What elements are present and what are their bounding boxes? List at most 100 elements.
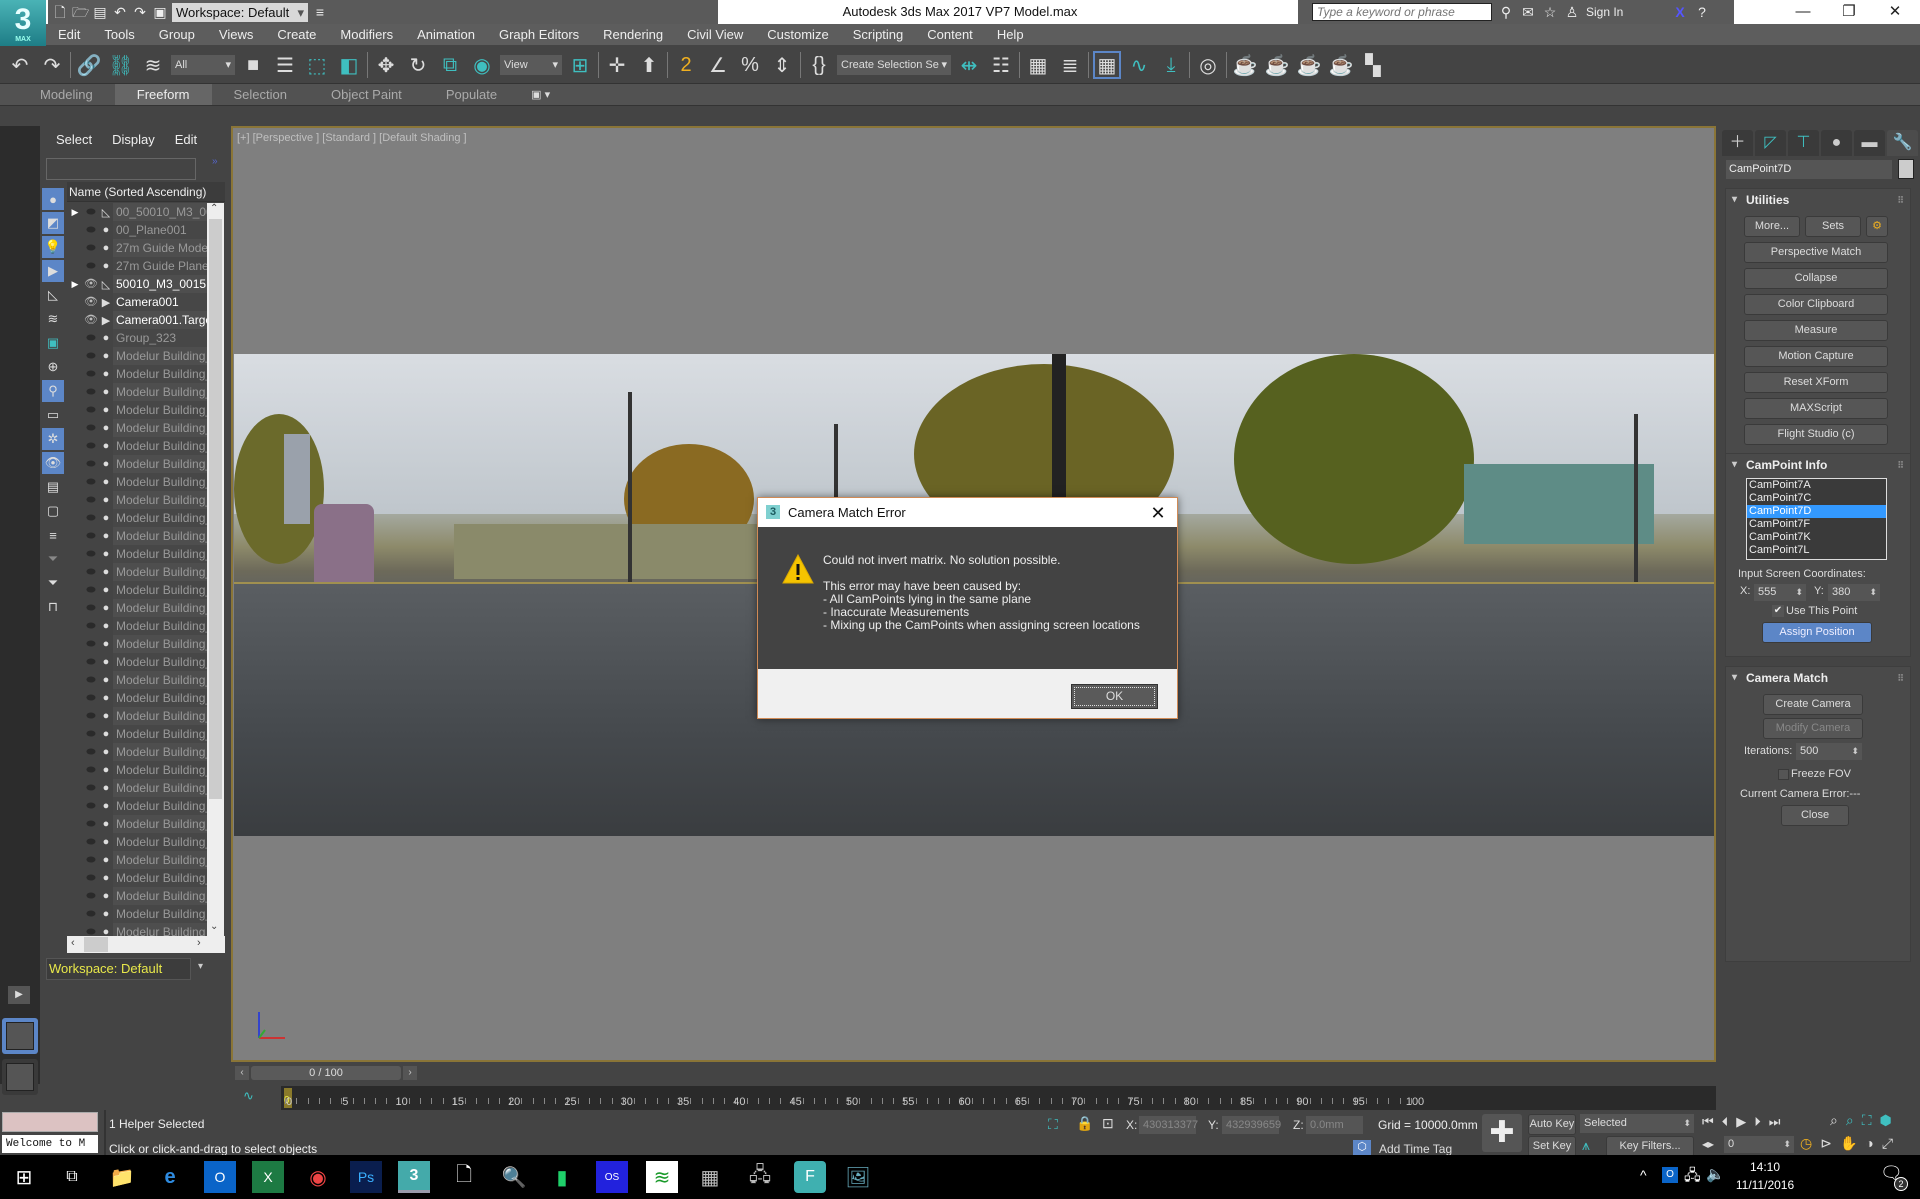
utility-motion-capture-button[interactable]: Motion Capture [1744, 346, 1888, 367]
edit-named-selection-icon[interactable]: {} [805, 51, 833, 79]
scene-object-row[interactable]: ⬬●Modelur Building_0 [67, 455, 207, 473]
hidden-eye-icon[interactable]: ⬬ [83, 333, 99, 344]
campoint-listbox[interactable]: CamPoint7A CamPoint7C CamPoint7D CamPoint7F… [1746, 478, 1887, 560]
photoshop-icon[interactable]: Ps [350, 1161, 382, 1193]
oswf-app-icon[interactable]: OS [596, 1161, 628, 1193]
app-logo-button[interactable]: 3 MAX [0, 0, 46, 46]
rotate-icon[interactable]: ↻ [404, 51, 432, 79]
scene-object-row[interactable]: ⬬●Modelur Building_0 [67, 725, 207, 743]
scene-object-row[interactable]: ⬬●Modelur Building_0 [67, 509, 207, 527]
f-app-icon[interactable]: F [794, 1161, 826, 1193]
scene-object-row[interactable]: ⬬●Modelur Building_0 [67, 869, 207, 887]
rectangular-selection-icon[interactable]: ⬚ [303, 51, 331, 79]
scene-object-row[interactable]: ⬬●Modelur Building_0 [67, 401, 207, 419]
pan-hand-icon[interactable]: ✋ [1840, 1135, 1857, 1152]
timeline-track[interactable]: 0 0 5 10 15 20 25 30 35 40 45 50 55 60 65 70 75 80 85 90 95… [281, 1086, 1716, 1110]
snaps-toggle-icon[interactable]: 2 [672, 51, 700, 79]
more-button[interactable]: More... [1744, 216, 1800, 237]
undo-icon[interactable]: ↶ [112, 4, 128, 20]
previous-frame-icon[interactable]: ⏴ [1722, 1114, 1729, 1130]
pivot-center-icon[interactable]: ⊞ [566, 51, 594, 79]
menu-civil-view[interactable]: Civil View [675, 24, 755, 45]
save-icon[interactable]: ▤ [92, 4, 108, 20]
scene-object-row[interactable]: ⬬●Modelur Building_0 [67, 365, 207, 383]
hidden-eye-icon[interactable]: ⬬ [83, 621, 99, 632]
expand-toolbar-icon[interactable]: » [212, 156, 218, 167]
curve-editor-icon[interactable]: ∿ [1125, 51, 1153, 79]
campoint-list-item[interactable]: CamPoint7F [1747, 518, 1886, 531]
hidden-eye-icon[interactable]: ⬬ [83, 657, 99, 668]
hidden-eye-icon[interactable]: ⬬ [83, 747, 99, 758]
horizontal-scrollbar[interactable]: ‹ › [67, 936, 225, 953]
binoculars-icon[interactable]: ⚲ [1498, 4, 1514, 20]
time-slider[interactable]: 0 / 100 [251, 1066, 401, 1080]
assign-position-button[interactable]: Assign Position [1762, 622, 1872, 643]
set-key-button[interactable]: Set Key [1528, 1136, 1576, 1157]
hidden-eye-icon[interactable]: ⬬ [83, 567, 99, 578]
hidden-eye-icon[interactable]: ⬬ [83, 531, 99, 542]
project-folder-icon[interactable]: ▣ [152, 4, 168, 20]
file-explorer-icon[interactable]: 📁 [106, 1161, 138, 1193]
modify-camera-button[interactable]: Modify Camera [1763, 718, 1863, 739]
create-camera-button[interactable]: Create Camera [1763, 694, 1863, 715]
ribbon-tab-selection[interactable]: Selection [212, 84, 309, 105]
menu-customize[interactable]: Customize [755, 24, 840, 45]
visible-eye-icon[interactable]: 👁 [83, 297, 99, 308]
hidden-eye-icon[interactable]: ⬬ [83, 729, 99, 740]
menu-help[interactable]: Help [985, 24, 1036, 45]
utility-collapse-button[interactable]: Collapse [1744, 268, 1888, 289]
selection-lock-icon[interactable]: 🔒 [1076, 1115, 1093, 1132]
scene-object-row[interactable]: ⬬●Modelur Building_0 [67, 545, 207, 563]
hidden-eye-icon[interactable]: ⬬ [83, 639, 99, 650]
align-icon[interactable]: ☷ [987, 51, 1015, 79]
visible-eye-icon[interactable]: 👁 [83, 315, 99, 326]
hidden-filter-icon[interactable]: 👁 [42, 452, 64, 474]
battery-app-icon[interactable]: ▮ [546, 1161, 578, 1193]
ribbon-tab-object-paint[interactable]: Object Paint [309, 84, 424, 105]
xrefs-filter-icon[interactable]: ⊕ [42, 356, 64, 378]
hidden-eye-icon[interactable]: ⬬ [83, 819, 99, 830]
hidden-eye-icon[interactable]: ⬬ [83, 549, 99, 560]
maxscript-listener-mini[interactable] [2, 1112, 98, 1132]
named-selection-dropdown[interactable]: Create Selection Se [837, 55, 951, 75]
scene-object-row[interactable]: ⬬●Modelur Building_0 [67, 635, 207, 653]
place-icon[interactable]: ◉ [468, 51, 496, 79]
scene-object-row[interactable]: ⬬●27m Guide Modelu [67, 239, 207, 257]
campoint-list-item[interactable]: CamPoint7K [1747, 531, 1886, 544]
outlook-tray-icon[interactable]: O [1662, 1167, 1678, 1183]
maxscript-output[interactable]: Welcome to M [2, 1135, 98, 1153]
hidden-eye-icon[interactable]: ⬬ [83, 891, 99, 902]
scene-object-row[interactable]: ⬬●Modelur Building_0 [67, 527, 207, 545]
select-manipulate-icon[interactable]: ✛ [603, 51, 631, 79]
menu-create[interactable]: Create [265, 24, 328, 45]
scene-object-row[interactable]: 👁 ▶ Camera001.Targe [67, 311, 207, 329]
blank-document-icon[interactable]: 🗋 [448, 1161, 480, 1193]
image-viewer-icon[interactable]: 🖼 [842, 1161, 874, 1193]
key-filters-button[interactable]: Key Filters... [1606, 1136, 1694, 1157]
time-tag-icon[interactable]: ⬡ [1353, 1140, 1371, 1155]
campoint-info-header[interactable]: CamPoint Info [1726, 454, 1910, 476]
hidden-eye-icon[interactable]: ⬬ [83, 369, 99, 380]
mirror-icon[interactable]: ⇹ [955, 51, 983, 79]
scene-object-row[interactable]: ⬬●Modelur Building_0 [67, 491, 207, 509]
name-column-header[interactable]: Name (Sorted Ascending) [67, 182, 225, 202]
dropdown-arrow-icon[interactable]: ▾ [198, 961, 203, 972]
hscroll-thumb[interactable] [84, 937, 108, 952]
freeze-fov-checkbox[interactable] [1778, 769, 1789, 780]
menu-display[interactable]: Display [112, 132, 155, 147]
key-mode-dropdown[interactable]: Selected [1580, 1114, 1694, 1133]
expand-arrow-icon[interactable]: ▶ [67, 207, 83, 218]
schematic-view-icon[interactable]: ⤓ [1157, 51, 1185, 79]
orbit-icon[interactable]: ◑ [1865, 1135, 1873, 1152]
iterations-spinner[interactable]: 500 [1796, 743, 1862, 760]
scene-object-row[interactable]: ⬬●Modelur Building_0 [67, 419, 207, 437]
scene-object-row[interactable]: ⬬●Modelur Building_0 [67, 581, 207, 599]
absolute-mode-icon[interactable]: ⊡ [1102, 1115, 1114, 1132]
all-filter-icon[interactable]: ▢ [42, 500, 64, 522]
cameras-filter-icon[interactable]: ▶ [42, 260, 64, 282]
hidden-eye-icon[interactable]: ⬬ [83, 351, 99, 362]
go-to-start-icon[interactable]: ⏮ [1702, 1114, 1714, 1130]
selection-set-icon[interactable]: ⊓ [42, 596, 64, 618]
scene-object-row[interactable]: ⬬●Modelur Building_0 [67, 797, 207, 815]
scene-object-row[interactable]: ⬬●Modelur Building_0 [67, 653, 207, 671]
